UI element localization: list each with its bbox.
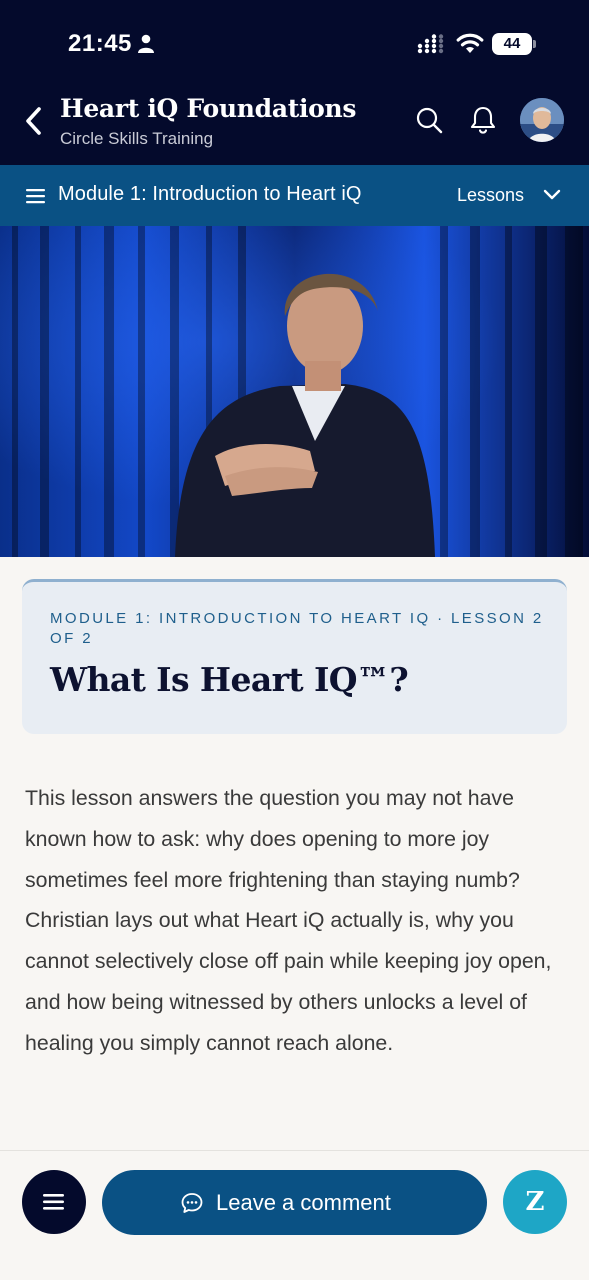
lessons-dropdown[interactable]: Lessons: [457, 185, 524, 206]
course-title: Heart iQ Foundations: [60, 94, 357, 123]
wifi-icon: [456, 33, 484, 53]
lesson-title: What Is Heart IQ™?: [50, 660, 409, 699]
hamburger-menu-icon: [43, 1194, 64, 1210]
hamburger-menu-icon[interactable]: [26, 187, 46, 205]
battery-level: 44: [492, 33, 532, 55]
leave-comment-button[interactable]: Leave a comment: [102, 1170, 487, 1235]
leave-comment-label: Leave a comment: [216, 1190, 391, 1215]
lesson-breadcrumb: MODULE 1: INTRODUCTION TO HEART IQ · LES…: [50, 610, 544, 647]
status-bar: 21:45 44: [0, 0, 589, 80]
back-chevron-icon[interactable]: [22, 104, 48, 138]
cellular-signal-icon: [417, 34, 444, 54]
status-time: 21:45: [68, 30, 132, 57]
person-icon: [138, 34, 154, 53]
chat-bubble-icon: [181, 1193, 203, 1213]
search-icon[interactable]: [414, 105, 444, 135]
app-header: 21:45 44 Heart iQ Foundations Circle Ski…: [0, 0, 589, 165]
chevron-down-icon[interactable]: [542, 187, 562, 203]
bell-icon[interactable]: [468, 104, 498, 136]
lesson-description: This lesson answers the question you may…: [25, 786, 552, 1055]
menu-button[interactable]: [22, 1170, 86, 1234]
z-profile-button[interactable]: Z: [503, 1170, 567, 1234]
module-title[interactable]: Module 1: Introduction to Heart iQ: [58, 183, 362, 206]
lesson-video[interactable]: [0, 226, 589, 557]
bottom-action-bar: Leave a comment Z: [0, 1150, 589, 1280]
battery-icon: 44: [492, 33, 536, 55]
course-subtitle: Circle Skills Training: [60, 129, 214, 148]
avatar[interactable]: [520, 98, 564, 142]
module-bar: Module 1: Introduction to Heart iQ Lesso…: [0, 165, 589, 226]
lesson-info-card: MODULE 1: INTRODUCTION TO HEART IQ · LES…: [22, 579, 567, 734]
